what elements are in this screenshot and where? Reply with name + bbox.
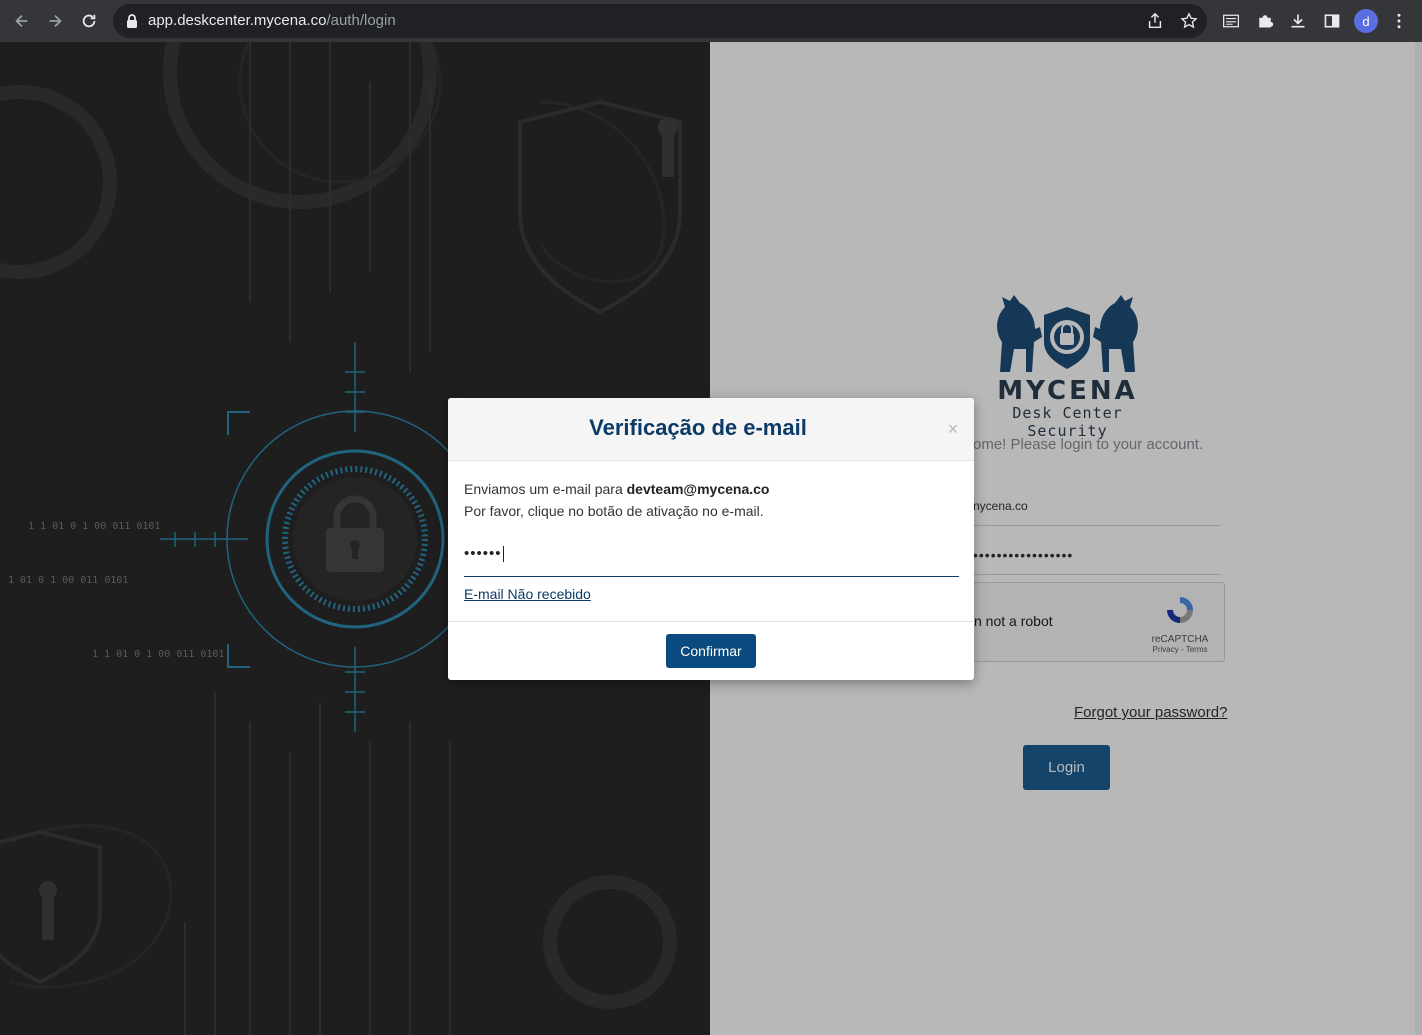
- back-icon[interactable]: [9, 8, 35, 34]
- lock-icon: [127, 14, 137, 28]
- profile-avatar[interactable]: d: [1354, 9, 1378, 33]
- modal-message: Enviamos um e-mail para devteam@mycena.c…: [464, 481, 770, 519]
- resend-email-link[interactable]: E-mail Não recebido: [464, 586, 591, 602]
- reload-icon[interactable]: [76, 8, 102, 34]
- bookmark-star-icon[interactable]: [1179, 11, 1199, 31]
- puzzle-icon[interactable]: [1254, 10, 1276, 32]
- forward-icon[interactable]: [42, 8, 68, 34]
- verification-code-input[interactable]: ••••••: [464, 541, 959, 577]
- extension-translate-icon[interactable]: [1220, 10, 1242, 32]
- share-icon[interactable]: [1145, 11, 1165, 31]
- modal-header: Verificação de e-mail ×: [448, 398, 974, 461]
- more-menu-icon[interactable]: [1388, 10, 1410, 32]
- recipient-email: devteam@mycena.co: [626, 481, 770, 497]
- close-icon[interactable]: ×: [944, 420, 962, 438]
- confirm-button[interactable]: Confirmar: [666, 634, 756, 668]
- email-verification-modal: Verificação de e-mail × Enviamos um e-ma…: [448, 398, 974, 680]
- url-text: app.deskcenter.mycena.co/auth/login: [148, 12, 396, 29]
- download-icon[interactable]: [1287, 10, 1309, 32]
- scrollbar[interactable]: [1415, 42, 1422, 1035]
- address-bar[interactable]: app.deskcenter.mycena.co/auth/login: [113, 4, 1207, 38]
- side-panel-icon[interactable]: [1321, 10, 1343, 32]
- modal-title: Verificação de e-mail: [589, 415, 807, 440]
- modal-divider: [448, 621, 974, 622]
- browser-toolbar: app.deskcenter.mycena.co/auth/login d: [0, 0, 1422, 42]
